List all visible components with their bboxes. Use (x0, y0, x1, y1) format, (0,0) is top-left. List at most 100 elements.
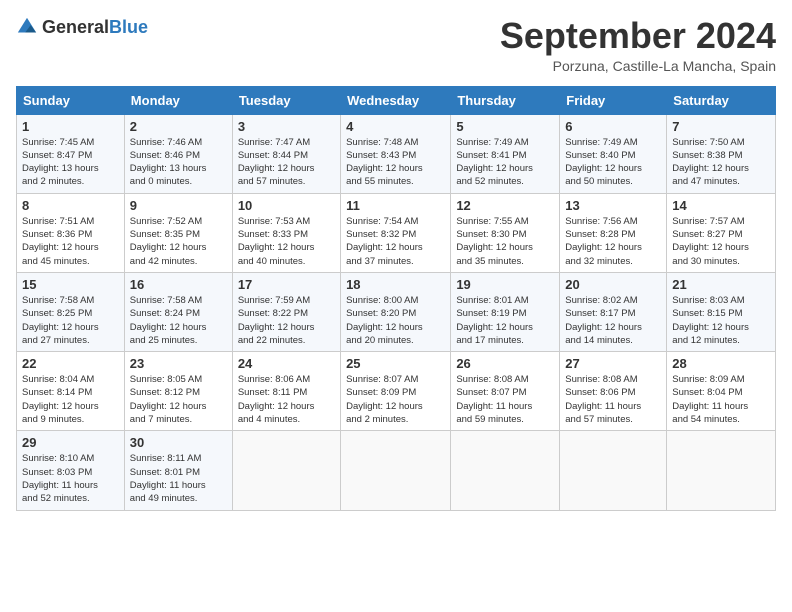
day-cell-21: 21 Sunrise: 8:03 AM Sunset: 8:15 PM Dayli… (667, 272, 776, 351)
day-number: 10 (238, 198, 335, 213)
day-cell-10: 10 Sunrise: 7:53 AM Sunset: 8:33 PM Dayli… (232, 193, 340, 272)
day-info: Sunrise: 8:05 AM Sunset: 8:12 PM Dayligh… (130, 373, 227, 426)
day-cell-26: 26 Sunrise: 8:08 AM Sunset: 8:07 PM Dayli… (451, 352, 560, 431)
day-cell-30: 30Sunrise: 8:11 AM Sunset: 8:01 PM Dayli… (124, 431, 232, 510)
day-cell-3: 3 Sunrise: 7:47 AM Sunset: 8:44 PM Daylig… (232, 114, 340, 193)
day-info: Sunrise: 7:58 AM Sunset: 8:24 PM Dayligh… (130, 294, 227, 347)
day-number: 9 (130, 198, 227, 213)
day-number: 3 (238, 119, 335, 134)
day-of-week-tuesday: Tuesday (232, 86, 340, 114)
day-info: Sunrise: 8:09 AM Sunset: 8:04 PM Dayligh… (672, 373, 770, 426)
day-number: 5 (456, 119, 554, 134)
day-number: 23 (130, 356, 227, 371)
day-info: Sunrise: 7:47 AM Sunset: 8:44 PM Dayligh… (238, 136, 335, 189)
day-info: Sunrise: 7:49 AM Sunset: 8:40 PM Dayligh… (565, 136, 661, 189)
day-info: Sunrise: 7:56 AM Sunset: 8:28 PM Dayligh… (565, 215, 661, 268)
day-cell-17: 17Sunrise: 7:59 AM Sunset: 8:22 PM Dayli… (232, 272, 340, 351)
day-number: 21 (672, 277, 770, 292)
day-number: 25 (346, 356, 445, 371)
day-cell-20: 20Sunrise: 8:02 AM Sunset: 8:17 PM Dayli… (560, 272, 667, 351)
day-cell-9: 9 Sunrise: 7:52 AM Sunset: 8:35 PM Daylig… (124, 193, 232, 272)
day-number: 13 (565, 198, 661, 213)
day-number: 16 (130, 277, 227, 292)
calendar-week-1: 1 Sunrise: 7:45 AM Sunset: 8:47 PM Daylig… (17, 114, 776, 193)
day-info: Sunrise: 7:53 AM Sunset: 8:33 PM Dayligh… (238, 215, 335, 268)
empty-cell (341, 431, 451, 510)
calendar-body: 1 Sunrise: 7:45 AM Sunset: 8:47 PM Daylig… (17, 114, 776, 510)
empty-cell (451, 431, 560, 510)
day-number: 29 (22, 435, 119, 450)
day-cell-4: 4 Sunrise: 7:48 AM Sunset: 8:43 PM Daylig… (341, 114, 451, 193)
day-cell-2: 2Sunrise: 7:46 AM Sunset: 8:46 PM Daylig… (124, 114, 232, 193)
day-of-week-thursday: Thursday (451, 86, 560, 114)
page-header: GeneralBlue September 2024 Porzuna, Cast… (16, 16, 776, 74)
day-info: Sunrise: 7:45 AM Sunset: 8:47 PM Dayligh… (22, 136, 119, 189)
day-of-week-sunday: Sunday (17, 86, 125, 114)
day-number: 7 (672, 119, 770, 134)
day-cell-16: 16 Sunrise: 7:58 AM Sunset: 8:24 PM Dayli… (124, 272, 232, 351)
logo-icon (16, 16, 38, 38)
day-cell-18: 18Sunrise: 8:00 AM Sunset: 8:20 PM Dayli… (341, 272, 451, 351)
day-number: 4 (346, 119, 445, 134)
day-cell-14: 14 Sunrise: 7:57 AM Sunset: 8:27 PM Dayli… (667, 193, 776, 272)
day-number: 19 (456, 277, 554, 292)
day-cell-13: 13 Sunrise: 7:56 AM Sunset: 8:28 PM Dayli… (560, 193, 667, 272)
day-number: 12 (456, 198, 554, 213)
day-info: Sunrise: 7:57 AM Sunset: 8:27 PM Dayligh… (672, 215, 770, 268)
day-cell-29: 29Sunrise: 8:10 AM Sunset: 8:03 PM Dayli… (17, 431, 125, 510)
day-cell-1: 1 Sunrise: 7:45 AM Sunset: 8:47 PM Daylig… (17, 114, 125, 193)
day-info: Sunrise: 8:03 AM Sunset: 8:15 PM Dayligh… (672, 294, 770, 347)
day-cell-28: 28 Sunrise: 8:09 AM Sunset: 8:04 PM Dayli… (667, 352, 776, 431)
day-number: 27 (565, 356, 661, 371)
day-number: 28 (672, 356, 770, 371)
day-info: Sunrise: 8:08 AM Sunset: 8:07 PM Dayligh… (456, 373, 554, 426)
day-info: Sunrise: 7:52 AM Sunset: 8:35 PM Dayligh… (130, 215, 227, 268)
logo: GeneralBlue (16, 16, 148, 38)
logo-text-general: General (42, 18, 109, 36)
calendar-header: SundayMondayTuesdayWednesdayThursdayFrid… (17, 86, 776, 114)
empty-cell (560, 431, 667, 510)
calendar-week-5: 29Sunrise: 8:10 AM Sunset: 8:03 PM Dayli… (17, 431, 776, 510)
day-info: Sunrise: 8:06 AM Sunset: 8:11 PM Dayligh… (238, 373, 335, 426)
day-info: Sunrise: 7:55 AM Sunset: 8:30 PM Dayligh… (456, 215, 554, 268)
day-cell-7: 7Sunrise: 7:50 AM Sunset: 8:38 PM Daylig… (667, 114, 776, 193)
day-cell-23: 23 Sunrise: 8:05 AM Sunset: 8:12 PM Dayli… (124, 352, 232, 431)
day-info: Sunrise: 7:49 AM Sunset: 8:41 PM Dayligh… (456, 136, 554, 189)
day-info: Sunrise: 8:07 AM Sunset: 8:09 PM Dayligh… (346, 373, 445, 426)
day-info: Sunrise: 7:51 AM Sunset: 8:36 PM Dayligh… (22, 215, 119, 268)
month-title: September 2024 (500, 16, 776, 56)
day-cell-25: 25 Sunrise: 8:07 AM Sunset: 8:09 PM Dayli… (341, 352, 451, 431)
day-number: 22 (22, 356, 119, 371)
empty-cell (232, 431, 340, 510)
calendar-table: SundayMondayTuesdayWednesdayThursdayFrid… (16, 86, 776, 511)
day-number: 2 (130, 119, 227, 134)
day-info: Sunrise: 8:04 AM Sunset: 8:14 PM Dayligh… (22, 373, 119, 426)
day-cell-11: 11 Sunrise: 7:54 AM Sunset: 8:32 PM Dayli… (341, 193, 451, 272)
day-number: 11 (346, 198, 445, 213)
day-info: Sunrise: 8:02 AM Sunset: 8:17 PM Dayligh… (565, 294, 661, 347)
day-info: Sunrise: 8:11 AM Sunset: 8:01 PM Dayligh… (130, 452, 227, 505)
day-cell-6: 6Sunrise: 7:49 AM Sunset: 8:40 PM Daylig… (560, 114, 667, 193)
day-of-week-saturday: Saturday (667, 86, 776, 114)
day-number: 26 (456, 356, 554, 371)
day-cell-22: 22 Sunrise: 8:04 AM Sunset: 8:14 PM Dayli… (17, 352, 125, 431)
day-cell-19: 19 Sunrise: 8:01 AM Sunset: 8:19 PM Dayli… (451, 272, 560, 351)
day-info: Sunrise: 8:01 AM Sunset: 8:19 PM Dayligh… (456, 294, 554, 347)
day-number: 24 (238, 356, 335, 371)
empty-cell (667, 431, 776, 510)
day-cell-24: 24 Sunrise: 8:06 AM Sunset: 8:11 PM Dayli… (232, 352, 340, 431)
day-number: 8 (22, 198, 119, 213)
day-info: Sunrise: 7:54 AM Sunset: 8:32 PM Dayligh… (346, 215, 445, 268)
day-number: 18 (346, 277, 445, 292)
day-info: Sunrise: 7:48 AM Sunset: 8:43 PM Dayligh… (346, 136, 445, 189)
calendar-week-2: 8 Sunrise: 7:51 AM Sunset: 8:36 PM Daylig… (17, 193, 776, 272)
day-number: 14 (672, 198, 770, 213)
day-number: 15 (22, 277, 119, 292)
day-info: Sunrise: 7:58 AM Sunset: 8:25 PM Dayligh… (22, 294, 119, 347)
day-cell-15: 15 Sunrise: 7:58 AM Sunset: 8:25 PM Dayli… (17, 272, 125, 351)
day-of-week-wednesday: Wednesday (341, 86, 451, 114)
calendar-week-4: 22 Sunrise: 8:04 AM Sunset: 8:14 PM Dayli… (17, 352, 776, 431)
location-text: Porzuna, Castille-La Mancha, Spain (500, 58, 776, 74)
day-number: 1 (22, 119, 119, 134)
day-of-week-monday: Monday (124, 86, 232, 114)
